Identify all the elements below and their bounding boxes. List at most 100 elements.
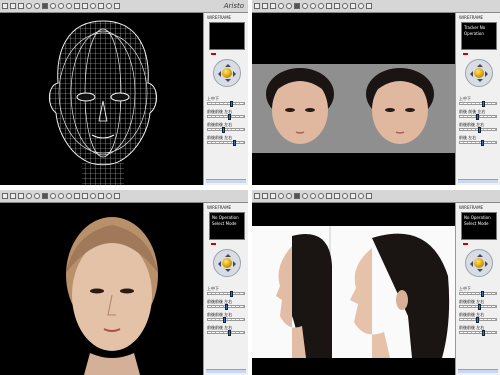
grid-icon[interactable] — [326, 193, 332, 199]
slider-knob[interactable] — [233, 140, 237, 146]
slider[interactable]: 上中下 — [459, 97, 497, 107]
slider-knob[interactable] — [480, 140, 484, 146]
texture-icon[interactable] — [90, 3, 96, 9]
new-icon[interactable] — [2, 193, 8, 199]
center-knob[interactable] — [222, 258, 232, 268]
slider[interactable]: 前後 左右 — [459, 136, 497, 146]
slider[interactable]: 前後前後 左右 — [459, 313, 497, 323]
open-icon[interactable] — [262, 3, 268, 9]
slider-knob[interactable] — [478, 127, 481, 133]
select-icon[interactable] — [42, 3, 48, 9]
save-icon[interactable] — [270, 193, 276, 199]
arrow-left-icon[interactable] — [467, 261, 473, 267]
slider-knob[interactable] — [480, 291, 484, 297]
new-icon[interactable] — [254, 193, 260, 199]
pen-icon[interactable] — [82, 3, 88, 9]
move-icon[interactable] — [58, 193, 64, 199]
slider-knob[interactable] — [230, 101, 234, 107]
texture-icon[interactable] — [90, 193, 96, 199]
texture-icon[interactable] — [342, 3, 348, 9]
save-icon[interactable] — [18, 3, 24, 9]
search-icon[interactable] — [286, 3, 292, 9]
help-icon[interactable] — [366, 3, 372, 9]
rotate-icon[interactable] — [50, 193, 56, 199]
pen-icon[interactable] — [334, 193, 340, 199]
3d-viewport[interactable] — [0, 13, 203, 185]
slider[interactable]: 前後前後 左右 — [207, 123, 245, 133]
grid-icon[interactable] — [74, 193, 80, 199]
slider[interactable]: 前後前後 左右 — [207, 110, 245, 120]
slider-knob[interactable] — [482, 330, 486, 336]
arrow-right-icon[interactable] — [233, 261, 239, 267]
move-icon[interactable] — [310, 3, 316, 9]
new-icon[interactable] — [2, 3, 8, 9]
pen-icon[interactable] — [334, 3, 340, 9]
rotate-icon[interactable] — [302, 193, 308, 199]
slider[interactable]: 前後前後 左右 — [459, 326, 497, 336]
arrow-left-icon[interactable] — [215, 71, 221, 77]
slider-knob[interactable] — [476, 114, 480, 120]
help-icon[interactable] — [366, 193, 372, 199]
search-icon[interactable] — [34, 3, 40, 9]
slider[interactable]: 前後 前後 左右 — [459, 110, 497, 120]
grid-icon[interactable] — [74, 3, 80, 9]
slider[interactable]: 前後前後 左右 — [459, 300, 497, 310]
rotate-icon[interactable] — [302, 3, 308, 9]
slider[interactable]: 前後前後 左右 — [207, 326, 245, 336]
slider-knob[interactable] — [475, 317, 479, 323]
camera-icon[interactable] — [98, 3, 104, 9]
slider-knob[interactable] — [229, 291, 233, 297]
reset-icon[interactable] — [106, 3, 112, 9]
move-icon[interactable] — [310, 193, 316, 199]
arrow-left-icon[interactable] — [467, 71, 473, 77]
slider-knob[interactable] — [225, 304, 229, 310]
reset-icon[interactable] — [106, 193, 112, 199]
search-icon[interactable] — [34, 193, 40, 199]
center-knob[interactable] — [222, 68, 232, 78]
zoom-icon[interactable] — [278, 193, 284, 199]
arrow-right-icon[interactable] — [485, 71, 491, 77]
slider-knob[interactable] — [481, 101, 485, 107]
arrow-up-icon[interactable] — [225, 251, 231, 257]
help-icon[interactable] — [114, 193, 120, 199]
open-icon[interactable] — [262, 193, 268, 199]
select-icon[interactable] — [294, 193, 300, 199]
arrow-left-icon[interactable] — [215, 261, 221, 267]
help-icon[interactable] — [114, 3, 120, 9]
zoom-icon[interactable] — [26, 3, 32, 9]
zoom-icon[interactable] — [278, 3, 284, 9]
slider[interactable]: 上中下 — [459, 287, 497, 297]
photo-viewport[interactable] — [252, 203, 455, 375]
slider[interactable]: 上中下 — [207, 97, 245, 107]
slider-knob[interactable] — [227, 114, 231, 120]
light-icon[interactable] — [66, 3, 72, 9]
light-icon[interactable] — [66, 193, 72, 199]
zoom-icon[interactable] — [26, 193, 32, 199]
select-icon[interactable] — [42, 193, 48, 199]
direction-pad[interactable] — [213, 59, 241, 87]
new-icon[interactable] — [254, 3, 260, 9]
slider-knob[interactable] — [222, 127, 226, 133]
save-icon[interactable] — [270, 3, 276, 9]
arrow-down-icon[interactable] — [225, 79, 231, 85]
slider-knob[interactable] — [227, 330, 231, 336]
rotate-icon[interactable] — [50, 3, 56, 9]
direction-pad[interactable] — [465, 59, 493, 87]
arrow-up-icon[interactable] — [477, 251, 483, 257]
slider[interactable]: 前後前後 左右 — [207, 313, 245, 323]
camera-icon[interactable] — [350, 3, 356, 9]
center-knob[interactable] — [474, 68, 484, 78]
arrow-up-icon[interactable] — [225, 61, 231, 67]
slider-knob[interactable] — [478, 304, 481, 310]
arrow-right-icon[interactable] — [485, 261, 491, 267]
light-icon[interactable] — [318, 3, 324, 9]
slider[interactable]: 上中下 — [207, 287, 245, 297]
direction-pad[interactable] — [213, 249, 241, 277]
pen-icon[interactable] — [82, 193, 88, 199]
direction-pad[interactable] — [465, 249, 493, 277]
select-icon[interactable] — [294, 3, 300, 9]
arrow-right-icon[interactable] — [233, 71, 239, 77]
photo-viewport[interactable] — [252, 13, 455, 185]
light-icon[interactable] — [318, 193, 324, 199]
slider[interactable]: 前後前後 左右 — [207, 136, 245, 146]
